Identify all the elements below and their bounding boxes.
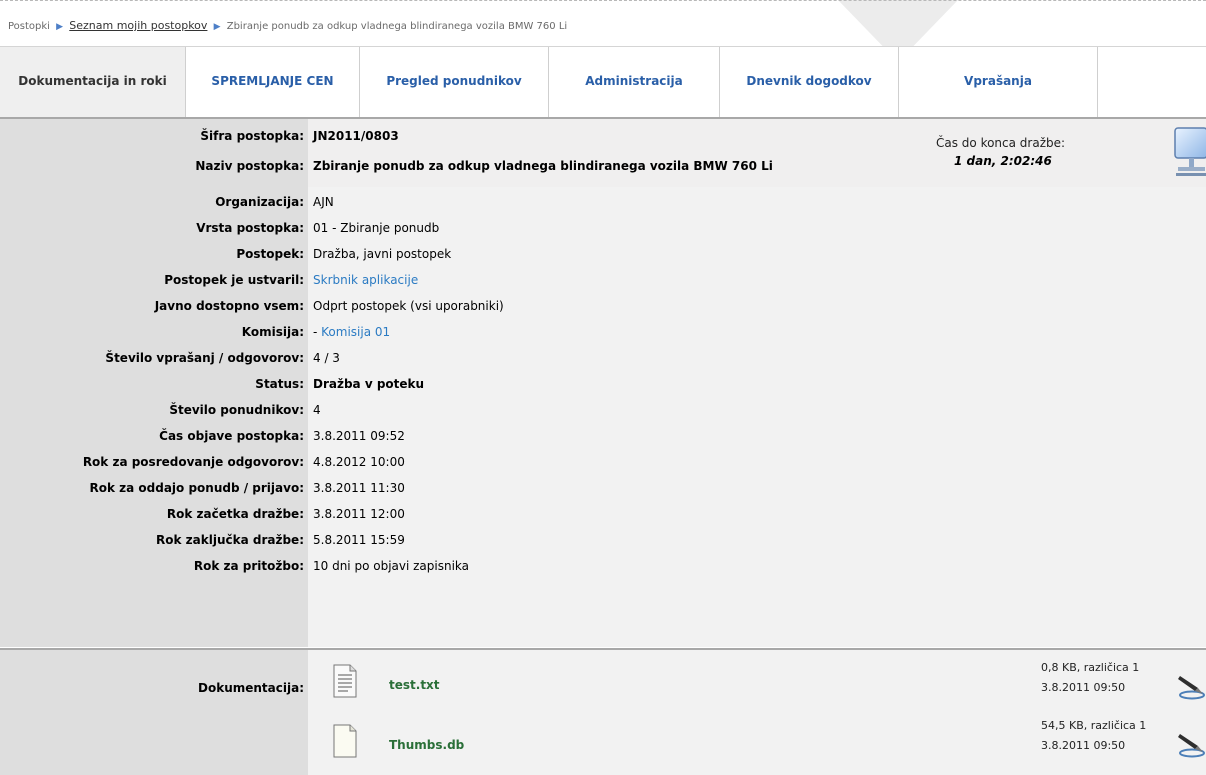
label-column xyxy=(0,650,308,775)
procedure-details: Organizacija: AJN Vrsta postopka: 01 - Z… xyxy=(0,187,1206,647)
komisija-link[interactable]: Komisija 01 xyxy=(321,325,390,339)
document-size: 0,8 KB, različica 1 xyxy=(1041,661,1140,674)
tab-bar: Dokumentacija in roki SPREMLJANJE CEN Pr… xyxy=(0,46,1206,118)
detail-value: - Komisija 01 xyxy=(313,325,390,339)
detail-value: Odprt postopek (vsi uporabniki) xyxy=(313,299,504,313)
detail-label: Čas objave postopka: xyxy=(159,429,304,443)
detail-label: Postopek je ustvaril: xyxy=(164,273,304,287)
detail-row-ustvaril: Postopek je ustvaril: Skrbnik aplikacije xyxy=(0,267,1206,293)
documents-label: Dokumentacija: xyxy=(198,681,304,695)
detail-value: Dražba, javni postopek xyxy=(313,247,452,261)
document-date: 3.8.2011 09:50 xyxy=(1041,739,1126,752)
document-item: Thumbs.db 54,5 KB, različica 1 3.8.2011 … xyxy=(308,716,1206,774)
document-link[interactable]: test.txt xyxy=(389,678,440,692)
signature-pen-icon[interactable] xyxy=(1176,730,1206,758)
detail-value: 3.8.2011 12:00 xyxy=(313,507,405,521)
detail-label: Status: xyxy=(255,377,304,391)
detail-value: 3.8.2011 11:30 xyxy=(313,481,405,495)
tab-spremljanje-cen[interactable]: SPREMLJANJE CEN xyxy=(186,47,360,117)
detail-row-vprasanja: Število vprašanj / odgovorov: 4 / 3 xyxy=(0,345,1206,371)
sifra-label: Šifra postopka: xyxy=(200,129,304,143)
tab-vprasanja[interactable]: Vprašanja xyxy=(899,47,1098,117)
detail-row-odgovori: Rok za posredovanje odgovorov: 4.8.2012 … xyxy=(0,449,1206,475)
tab-dnevnik-dogodkov[interactable]: Dnevnik dogodkov xyxy=(720,47,899,117)
tab-administracija[interactable]: Administracija xyxy=(549,47,720,117)
detail-label: Vrsta postopka: xyxy=(196,221,304,235)
breadcrumb: Postopki ▶ Seznam mojih postopkov ▶ Zbir… xyxy=(0,0,1206,32)
detail-row-status: Status: Dražba v poteku xyxy=(0,371,1206,397)
detail-value: AJN xyxy=(313,195,334,209)
detail-label: Število vprašanj / odgovorov: xyxy=(105,351,304,365)
breadcrumb-arrow-icon: ▶ xyxy=(56,22,64,32)
komisija-prefix: - xyxy=(313,325,322,339)
document-size: 54,5 KB, različica 1 xyxy=(1041,719,1147,732)
tab-dokumentacija[interactable]: Dokumentacija in roki xyxy=(0,47,186,117)
creator-link[interactable]: Skrbnik aplikacije xyxy=(313,273,418,287)
detail-label: Postopek: xyxy=(236,247,304,261)
detail-value: 10 dni po objavi zapisnika xyxy=(313,559,470,573)
breadcrumb-list-link[interactable]: Seznam mojih postopkov xyxy=(69,19,207,32)
file-icon xyxy=(333,724,357,758)
detail-row-objava: Čas objave postopka: 3.8.2011 09:52 xyxy=(0,423,1206,449)
detail-value: 3.8.2011 09:52 xyxy=(313,429,405,443)
detail-row-postopek: Postopek: Dražba, javni postopek xyxy=(0,241,1206,267)
detail-row-komisija: Komisija: - Komisija 01 xyxy=(0,319,1206,345)
detail-row-zacetek: Rok začetka dražbe: 3.8.2011 12:00 xyxy=(0,501,1206,527)
detail-value: 01 - Zbiranje ponudb xyxy=(313,221,440,235)
detail-row-vrsta: Vrsta postopka: 01 - Zbiranje ponudb xyxy=(0,215,1206,241)
detail-label: Rok zaključka dražbe: xyxy=(156,533,304,547)
auction-timer-value: 1 dan, 2:02:46 xyxy=(954,154,1052,168)
procedure-header: Šifra postopka: JN2011/0803 Naziv postop… xyxy=(0,117,1206,189)
breadcrumb-arrow-icon: ▶ xyxy=(213,22,221,32)
detail-label: Organizacija: xyxy=(215,195,304,209)
network-monitor-icon xyxy=(1174,127,1206,176)
detail-row-oddaja: Rok za oddajo ponudb / prijavo: 3.8.2011… xyxy=(0,475,1206,501)
documents-section: Dokumentacija: test.txt 0,8 KB, različic… xyxy=(0,648,1206,775)
detail-label: Komisija: xyxy=(241,325,304,339)
detail-value: 4 xyxy=(313,403,321,417)
detail-label: Javno dostopno vsem: xyxy=(154,299,304,313)
tab-pregled-ponudnikov[interactable]: Pregled ponudnikov xyxy=(360,47,549,117)
document-link[interactable]: Thumbs.db xyxy=(389,738,464,752)
signature-pen-icon[interactable] xyxy=(1176,672,1206,700)
auction-timer-label: Čas do konca dražbe: xyxy=(936,136,1066,150)
detail-row-zakljucek: Rok zaključka dražbe: 5.8.2011 15:59 xyxy=(0,527,1206,553)
detail-value: 4 / 3 xyxy=(313,351,340,365)
detail-label: Rok za posredovanje odgovorov: xyxy=(82,455,304,469)
detail-label: Število ponudnikov: xyxy=(169,403,304,417)
breadcrumb-current: Zbiranje ponudb za odkup vladnega blindi… xyxy=(226,21,568,32)
detail-row-pritozba: Rok za pritožbo: 10 dni po objavi zapisn… xyxy=(0,553,1206,579)
detail-value: 5.8.2011 15:59 xyxy=(313,533,405,547)
detail-row-javno: Javno dostopno vsem: Odprt postopek (vsi… xyxy=(0,293,1206,319)
breadcrumb-root[interactable]: Postopki xyxy=(8,21,50,32)
detail-label: Rok za oddajo ponudb / prijavo: xyxy=(89,481,305,495)
detail-label: Rok za pritožbo: xyxy=(193,559,304,573)
detail-label: Rok začetka dražbe: xyxy=(166,507,304,521)
document-date: 3.8.2011 09:50 xyxy=(1041,681,1126,694)
detail-row-ponudniki: Število ponudnikov: 4 xyxy=(0,397,1206,423)
document-meta: 54,5 KB, različica 1 3.8.2011 09:50 xyxy=(1041,716,1146,756)
document-item: test.txt 0,8 KB, različica 1 3.8.2011 09… xyxy=(308,658,1206,716)
detail-value: 4.8.2012 10:00 xyxy=(313,455,405,469)
sifra-value: JN2011/0803 xyxy=(313,129,399,143)
status-value: Dražba v poteku xyxy=(313,377,425,391)
naziv-value: Zbiranje ponudb za odkup vladnega blindi… xyxy=(313,159,773,173)
document-meta: 0,8 KB, različica 1 3.8.2011 09:50 xyxy=(1041,658,1139,698)
text-file-icon xyxy=(333,664,357,698)
detail-row-organizacija: Organizacija: AJN xyxy=(0,189,1206,215)
naziv-label: Naziv postopka: xyxy=(195,159,304,173)
